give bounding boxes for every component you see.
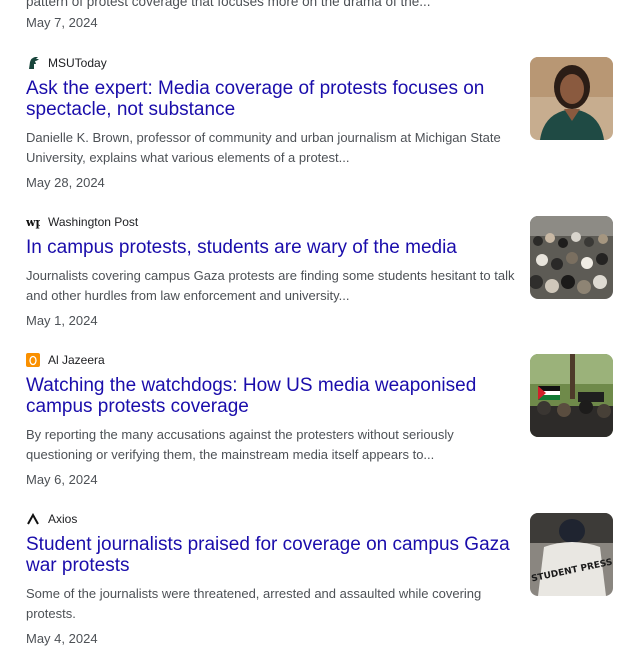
result-date: May 7, 2024 [26,15,98,30]
result-date: May 1, 2024 [26,313,98,328]
result-thumbnail[interactable]: STUDENT PRESS [530,513,613,596]
result-source[interactable]: Axios [26,511,77,527]
msu-spartan-icon [26,56,40,70]
result-title-link[interactable]: Watching the watchdogs: How US media wea… [26,375,516,417]
axios-logo-icon [26,512,40,526]
result-snippet: By reporting the many accusations agains… [26,427,454,462]
result-snippet: Journalists covering campus Gaza protest… [26,268,515,303]
result-title-link[interactable]: Ask the expert: Media coverage of protes… [26,78,516,120]
result-date: May 28, 2024 [26,175,105,190]
result-snippet: Some of the journalists were threatened,… [26,586,482,621]
source-name: Al Jazeera [48,353,105,367]
result-thumbnail[interactable] [530,216,613,299]
result-snippet: pattern of protest coverage that focuses… [26,0,431,9]
result-source[interactable]: Al Jazeera [26,352,105,368]
result-thumbnail[interactable] [530,354,613,437]
source-name: Washington Post [48,215,139,229]
svg-text:wp: wp [26,216,40,229]
result-snippet: Danielle K. Brown, professor of communit… [26,130,501,165]
result-thumbnail[interactable] [530,57,613,140]
result-title-link[interactable]: Student journalists praised for coverage… [26,534,516,576]
result-date: May 6, 2024 [26,472,98,487]
result-date: May 4, 2024 [26,631,98,646]
al-jazeera-logo-icon [26,353,40,367]
wp-logo-icon: wp [26,215,40,229]
result-title-link[interactable]: In campus protests, students are wary of… [26,237,516,258]
result-source[interactable]: wp Washington Post [26,214,138,230]
result-source[interactable]: MSUToday [26,55,107,71]
source-name: Axios [48,512,78,526]
source-name: MSUToday [48,56,107,70]
